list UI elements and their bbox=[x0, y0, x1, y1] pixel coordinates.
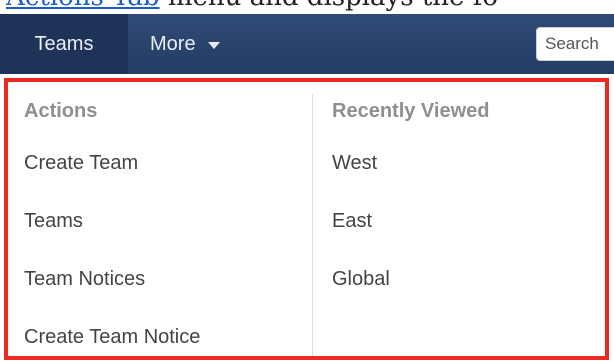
doc-link[interactable]: Actions Tab bbox=[6, 0, 160, 12]
recent-item-east[interactable]: East bbox=[332, 210, 372, 233]
recently-viewed-header: Recently Viewed bbox=[332, 100, 490, 122]
top-navbar: Teams More bbox=[0, 14, 614, 74]
actions-header: Actions bbox=[24, 100, 98, 122]
teams-dropdown-menu: Actions Create Team Teams Team Notices C… bbox=[4, 78, 609, 360]
menu-item-create-team[interactable]: Create Team bbox=[24, 152, 138, 175]
menu-item-teams[interactable]: Teams bbox=[24, 210, 83, 233]
column-divider bbox=[312, 94, 313, 356]
recent-item-global[interactable]: Global bbox=[332, 268, 390, 291]
actions-column: Actions Create Team Teams Team Notices C… bbox=[8, 82, 308, 356]
nav-more-label: More bbox=[150, 32, 196, 55]
chevron-down-icon bbox=[207, 41, 220, 49]
document-text-strip: Actions Tab menu and displays the fo bbox=[0, 0, 614, 14]
document-text-line: Actions Tab menu and displays the fo bbox=[6, 0, 498, 10]
search-input[interactable] bbox=[536, 27, 614, 61]
recent-item-west[interactable]: West bbox=[332, 152, 377, 175]
nav-tab-teams-label: Teams bbox=[34, 32, 94, 55]
menu-item-team-notices[interactable]: Team Notices bbox=[24, 268, 145, 291]
doc-trailing-text: menu and displays the fo bbox=[168, 0, 498, 12]
recently-viewed-column: Recently Viewed West East Global bbox=[328, 82, 598, 356]
nav-more-menu[interactable]: More bbox=[150, 14, 220, 74]
menu-item-create-team-notice[interactable]: Create Team Notice bbox=[24, 326, 200, 349]
nav-tab-teams[interactable]: Teams bbox=[0, 14, 128, 74]
screenshot-root: Actions Tab menu and displays the fo Tea… bbox=[0, 0, 614, 362]
